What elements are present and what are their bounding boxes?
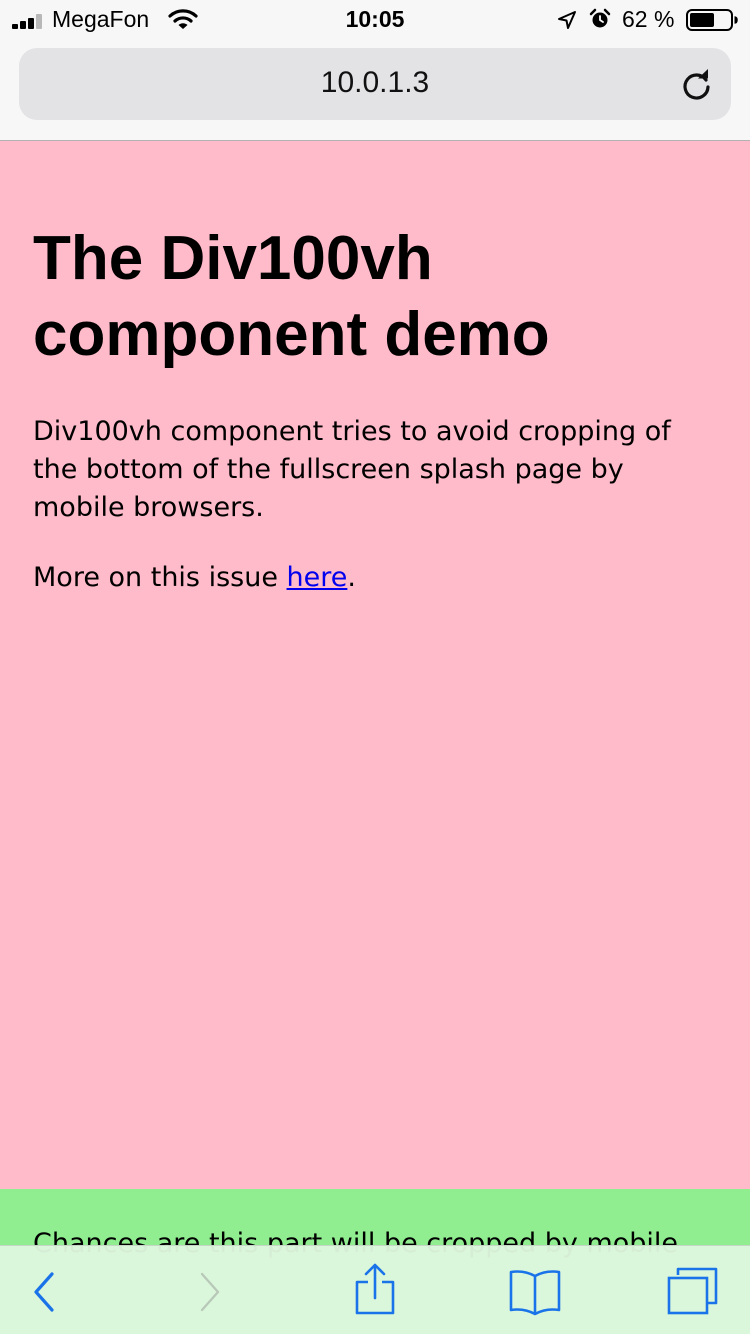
forward-button[interactable]: [196, 1270, 224, 1314]
share-icon: [355, 1263, 395, 1315]
more-info-paragraph: More on this issue here.: [33, 559, 723, 597]
splash-section: The Div100vh component demo Div100vh com…: [0, 141, 750, 1189]
back-button[interactable]: [30, 1270, 58, 1314]
bookmarks-icon: [509, 1270, 561, 1316]
status-bar: MegaFon 10:05 62 %: [0, 0, 750, 40]
location-icon: [558, 11, 576, 29]
clock-time: 10:05: [345, 6, 405, 32]
battery-percent: 62 %: [622, 6, 675, 32]
browser-address-bar: 10.0.1.3: [0, 40, 750, 141]
share-button[interactable]: [354, 1262, 396, 1316]
more-info-period: .: [347, 562, 356, 593]
battery-icon: [686, 9, 738, 31]
forward-icon: [200, 1272, 220, 1312]
carrier-name: MegaFon: [52, 6, 150, 32]
cellular-signal-icon: [12, 13, 48, 29]
here-link[interactable]: here: [287, 562, 348, 593]
back-icon: [34, 1272, 54, 1312]
reload-icon[interactable]: [679, 68, 715, 104]
tabs-button[interactable]: [666, 1266, 720, 1316]
wifi-icon: [168, 9, 198, 29]
intro-paragraph: Div100vh component tries to avoid croppi…: [33, 416, 671, 523]
page-title: The Div100vh component demo: [33, 224, 550, 369]
alarm-icon: [589, 8, 611, 28]
browser-toolbar: [0, 1245, 750, 1334]
tabs-icon: [667, 1267, 718, 1315]
bookmarks-button[interactable]: [508, 1268, 562, 1316]
more-info-text: More on this issue: [33, 562, 287, 593]
url-field[interactable]: 10.0.1.3: [19, 48, 731, 120]
url-text[interactable]: 10.0.1.3: [19, 66, 731, 100]
